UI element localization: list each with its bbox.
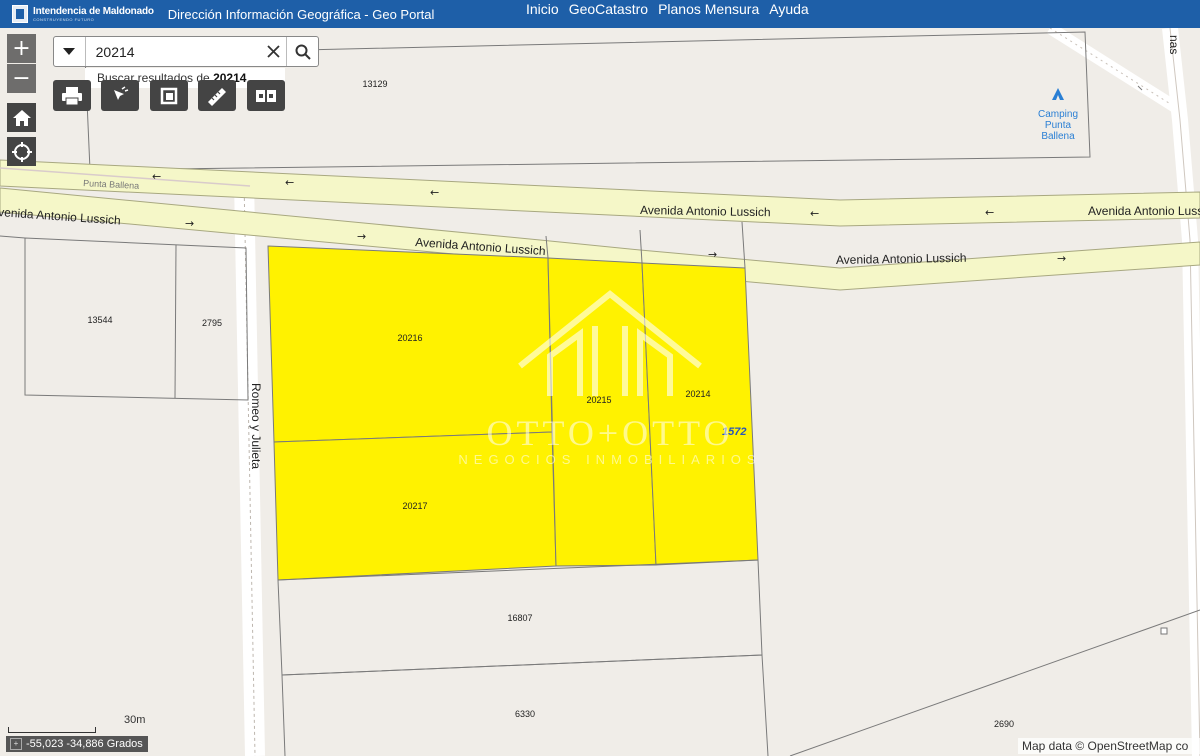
locate-button[interactable] bbox=[7, 137, 36, 166]
logo-name: Intendencia de Maldonado bbox=[33, 5, 154, 17]
scale-label: 30m bbox=[124, 714, 146, 726]
road-label-punta-ballena: Punta Ballena bbox=[83, 178, 139, 191]
compare-button[interactable] bbox=[247, 80, 285, 111]
printer-icon bbox=[62, 86, 82, 105]
app-header: Intendencia de Maldonado CONSTRUYENDO FU… bbox=[0, 0, 1200, 28]
parcel-label-20216[interactable]: 20216 bbox=[397, 333, 422, 343]
road-label-romeo-julieta: Romeo y Julieta bbox=[249, 383, 263, 469]
layers-button[interactable] bbox=[150, 80, 188, 111]
search-box bbox=[53, 36, 319, 67]
crosshair-icon bbox=[11, 141, 32, 162]
map-attribution[interactable]: Map data © OpenStreetMap co bbox=[1018, 738, 1200, 754]
coordinates-value: -55,023 -34,886 Grados bbox=[26, 738, 143, 750]
search-button[interactable] bbox=[286, 37, 318, 66]
coordinates-display[interactable]: + -55,023 -34,886 Grados bbox=[6, 736, 148, 752]
nav-planos-mensura[interactable]: Planos Mensura bbox=[658, 0, 759, 20]
parcel-label-2795: 2795 bbox=[202, 318, 222, 328]
coordinates-icon: + bbox=[10, 738, 22, 750]
nav-geocatastro[interactable]: GeoCatastro bbox=[569, 0, 648, 20]
close-icon bbox=[267, 45, 280, 58]
main-nav: Inicio GeoCatastro Planos Mensura Ayuda bbox=[526, 0, 819, 20]
road-label-lussich-3: Avenida Antonio Lussich bbox=[415, 235, 546, 258]
search-input[interactable] bbox=[95, 43, 261, 60]
parcel-label-20214[interactable]: 20214 bbox=[685, 389, 710, 399]
identify-button[interactable] bbox=[101, 80, 139, 111]
zoom-out-button[interactable]: − bbox=[7, 64, 36, 93]
map-canvas[interactable]: ← ← ← ← ← → → → → venida Antonio Lussich… bbox=[0, 28, 1200, 756]
split-view-icon bbox=[256, 89, 276, 102]
cursor-info-icon bbox=[114, 85, 129, 100]
poi-camping-line1: Camping bbox=[1038, 109, 1078, 120]
parcel-label-6330: 6330 bbox=[515, 709, 535, 719]
layers-icon bbox=[160, 87, 178, 104]
logo-tagline: CONSTRUYENDO FUTURO bbox=[33, 16, 95, 22]
search-source-dropdown[interactable] bbox=[54, 37, 86, 66]
nav-ayuda[interactable]: Ayuda bbox=[769, 0, 808, 20]
poi-camping-line2: Punta bbox=[1045, 120, 1072, 131]
road-label-lussich-4: Avenida Antonio Lussich bbox=[836, 251, 967, 267]
ruler-icon bbox=[208, 87, 226, 106]
home-icon bbox=[12, 109, 31, 126]
measure-button[interactable] bbox=[198, 80, 236, 111]
search-icon bbox=[295, 44, 311, 60]
road-label-lussich-west: venida Antonio Lussich bbox=[0, 205, 121, 228]
scale-bar: 30m bbox=[8, 713, 145, 735]
zoom-in-button[interactable]: + bbox=[7, 34, 36, 63]
caret-down-icon bbox=[63, 47, 76, 55]
print-button[interactable] bbox=[53, 80, 91, 111]
scale-bar-line bbox=[8, 727, 96, 733]
parcel-label-20217[interactable]: 20217 bbox=[402, 501, 427, 511]
road-label-lussich-2: Avenida Antonio Lussich bbox=[1088, 204, 1200, 218]
parcel-label-20215[interactable]: 20215 bbox=[586, 395, 611, 405]
parcel-label-2690: 2690 bbox=[994, 719, 1014, 729]
parcel-label-16807: 16807 bbox=[507, 613, 532, 623]
camping-icon bbox=[1052, 88, 1064, 100]
clear-search-button[interactable] bbox=[261, 37, 287, 66]
intendencia-logo[interactable]: Intendencia de Maldonado CONSTRUYENDO FU… bbox=[12, 0, 154, 28]
crest-icon bbox=[12, 5, 28, 23]
road-label-lussich-1: Avenida Antonio Lussich bbox=[640, 203, 771, 219]
poi-camping-line3: Ballena bbox=[1041, 131, 1075, 142]
parcel-label-13129: 13129 bbox=[362, 79, 387, 89]
route-number-label: 1572 bbox=[722, 426, 746, 438]
nav-inicio[interactable]: Inicio bbox=[526, 0, 559, 20]
road-label-top-right: nas bbox=[1167, 35, 1181, 54]
home-button[interactable] bbox=[7, 103, 36, 132]
portal-title: Dirección Información Geográfica - Geo P… bbox=[167, 6, 435, 22]
parcel-label-13544: 13544 bbox=[87, 315, 112, 325]
